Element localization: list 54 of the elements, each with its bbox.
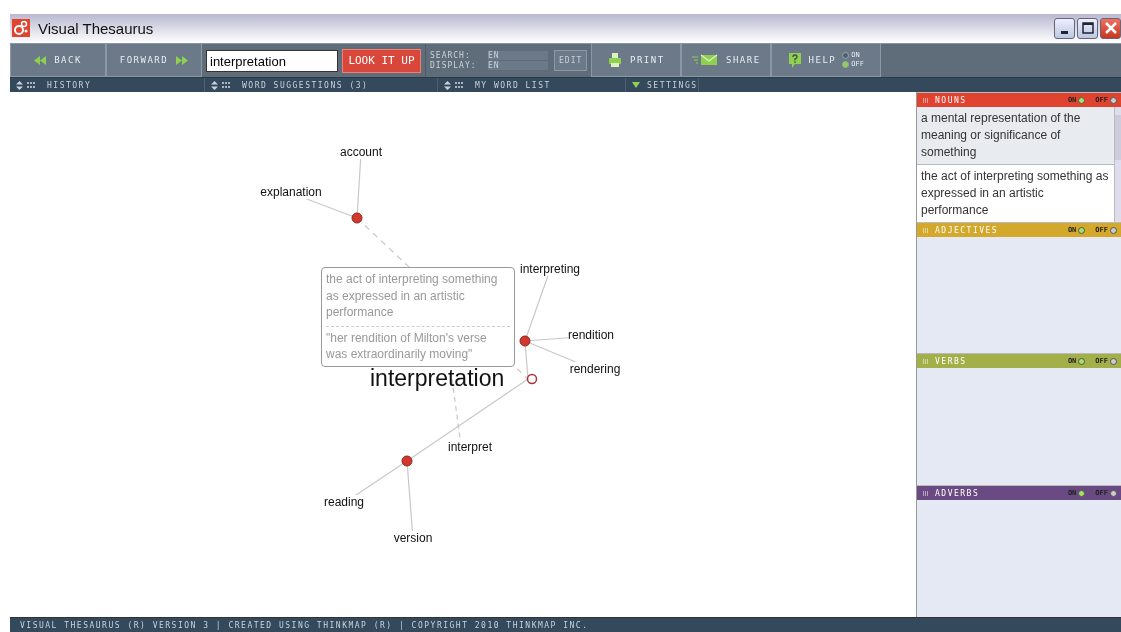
tooltip-definition: the act of interpreting something as expressed in an artistic performance: [326, 271, 510, 327]
panel-title: ADJECTIVES: [935, 225, 1000, 235]
panel-title: VERBS: [935, 356, 968, 366]
meaning-node[interactable]: [519, 335, 531, 347]
word-node[interactable]: explanation: [260, 185, 322, 200]
sort-icon: [444, 80, 451, 90]
question-mark-icon: [788, 52, 801, 68]
close-icon: [1104, 22, 1117, 35]
word-node[interactable]: rendering: [569, 362, 621, 377]
grip-icon: [27, 82, 35, 89]
tooltip-example: "her rendition of Milton's verse was extraordinarily moving": [326, 329, 488, 363]
printer-icon: [607, 53, 622, 67]
definition-item[interactable]: a mental representation of the meaning or significance of something: [917, 107, 1114, 166]
envelope-icon: [691, 54, 718, 66]
back-arrows-icon: [34, 55, 47, 65]
scrollbar[interactable]: [1114, 107, 1121, 223]
meaning-node[interactable]: [401, 455, 413, 467]
share-button[interactable]: SHARE: [681, 43, 772, 78]
word-node[interactable]: account: [340, 145, 382, 160]
grip-icon: [923, 227, 929, 233]
status-text: VISUAL THESAURUS (R) VERSION 3 | CREATED USING THINKMAP (R) | COPYRIGHT 2010 THINKMAP INC.: [20, 620, 589, 630]
back-button[interactable]: BACK: [10, 43, 106, 78]
word-node[interactable]: reading: [324, 495, 364, 510]
panel-title: NOUNS: [935, 95, 968, 105]
close-button[interactable]: [1100, 17, 1121, 39]
grip-icon: [923, 358, 929, 364]
panel-title: ADVERBS: [935, 488, 981, 498]
meaning-node[interactable]: [351, 212, 363, 224]
forward-button[interactable]: FORWARD: [106, 43, 202, 78]
minimize-icon: [1061, 30, 1068, 34]
grip-icon: [923, 97, 929, 103]
print-button[interactable]: PRINT: [591, 43, 682, 78]
caret-icon: [632, 82, 640, 89]
look-it-up-button[interactable]: LOOK IT UP: [342, 48, 421, 73]
center-node[interactable]: [526, 373, 538, 385]
word-node[interactable]: interpreting: [520, 262, 580, 277]
logo-icon: [12, 19, 30, 38]
maximize-icon: [1081, 22, 1094, 35]
window-title: Visual Thesaurus: [38, 19, 154, 37]
grip-icon: [455, 82, 463, 89]
search-field[interactable]: interpretation: [206, 49, 338, 72]
search-language-label: SEARCH:: [430, 51, 472, 60]
forward-arrows-icon: [176, 55, 189, 65]
definition-item[interactable]: the act of interpreting something as expressed in an artistic performance: [917, 165, 1114, 224]
maximize-button[interactable]: [1077, 17, 1098, 39]
minimize-button[interactable]: [1054, 17, 1075, 39]
center-word[interactable]: interpretation: [370, 365, 505, 392]
sort-icon: [211, 80, 218, 90]
grip-icon: [923, 490, 929, 496]
display-language-label: DISPLAY:: [430, 61, 478, 70]
word-node[interactable]: interpret: [448, 440, 492, 455]
sort-icon: [16, 80, 23, 90]
help-button[interactable]: HELP: [788, 52, 837, 68]
grip-icon: [222, 82, 230, 89]
